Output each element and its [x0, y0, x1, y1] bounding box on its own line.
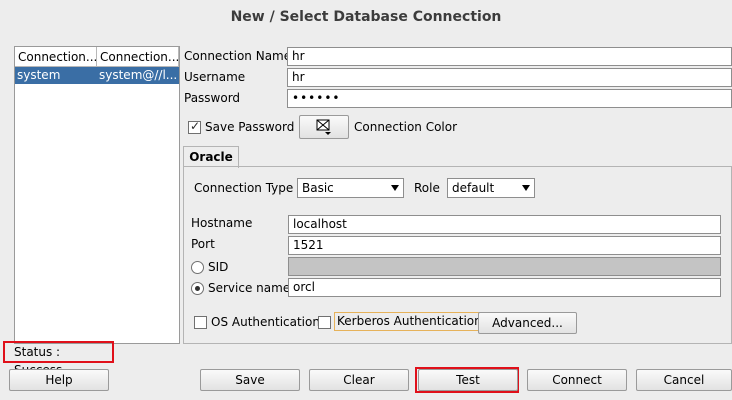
connect-button[interactable]: Connect	[527, 369, 627, 391]
sid-label: SID	[208, 260, 229, 274]
connection-type-value: Basic	[302, 181, 334, 195]
help-button-label: Help	[45, 373, 73, 387]
clear-button-label: Clear	[343, 373, 375, 387]
help-button[interactable]: Help	[9, 369, 109, 391]
save-password-label: Save Password	[205, 120, 295, 134]
status-message: Status : Success	[3, 341, 114, 377]
service-name-radio[interactable]	[191, 282, 204, 295]
save-password-checkbox[interactable]	[188, 119, 201, 134]
test-button-label: Test	[456, 373, 480, 387]
connection-color-button[interactable]	[299, 115, 349, 139]
tab-oracle[interactable]: Oracle	[183, 146, 239, 168]
connection-list-header: Connection... Connection...	[15, 47, 179, 67]
connection-type-label: Connection Type	[194, 181, 294, 195]
color-picker-icon	[316, 119, 331, 135]
connection-list[interactable]: Connection... Connection... system syste…	[14, 46, 180, 344]
dropdown-arrow-icon	[522, 185, 530, 191]
connection-name-field[interactable]: hr	[287, 47, 732, 66]
connection-name-label: Connection Name	[184, 49, 292, 63]
password-label: Password	[184, 91, 241, 105]
kerberos-authentication-label: Kerberos Authentication	[334, 312, 485, 331]
clear-button[interactable]: Clear	[309, 369, 409, 391]
port-label: Port	[191, 237, 215, 251]
kerberos-authentication-checkbox[interactable]	[318, 316, 331, 329]
port-field[interactable]: 1521	[288, 236, 721, 255]
column-header-connection-details[interactable]: Connection...	[97, 47, 179, 66]
connection-row-system[interactable]: system system@//l...	[15, 67, 179, 84]
username-label: Username	[184, 70, 246, 84]
save-button-label: Save	[235, 373, 265, 387]
connection-type-select[interactable]: Basic	[297, 178, 404, 198]
connection-row-name: system	[17, 68, 61, 82]
role-select[interactable]: default	[447, 178, 535, 198]
role-label: Role	[414, 181, 440, 195]
dropdown-arrow-icon	[391, 185, 399, 191]
column-header-connection-name[interactable]: Connection...	[15, 47, 97, 66]
hostname-label: Hostname	[191, 216, 253, 230]
role-value: default	[452, 181, 495, 195]
service-name-label: Service name	[208, 281, 291, 295]
os-authentication-label: OS Authentication	[211, 315, 320, 329]
hostname-field[interactable]: localhost	[288, 215, 721, 234]
os-authentication-checkbox[interactable]	[194, 316, 207, 329]
advanced-button[interactable]: Advanced...	[478, 312, 577, 334]
username-field[interactable]: hr	[287, 68, 732, 87]
dialog-title: New / Select Database Connection	[230, 9, 502, 25]
sid-field[interactable]	[288, 257, 721, 276]
connect-button-label: Connect	[552, 373, 602, 387]
password-field[interactable]: ••••••	[287, 89, 732, 108]
connection-row-details: system@//l...	[99, 68, 178, 82]
connection-color-label: Connection Color	[354, 120, 458, 134]
cancel-button[interactable]: Cancel	[636, 369, 732, 391]
save-button[interactable]: Save	[200, 369, 300, 391]
service-name-field[interactable]: orcl	[288, 278, 721, 297]
sid-radio[interactable]	[191, 261, 204, 274]
cancel-button-label: Cancel	[663, 373, 705, 387]
test-button[interactable]: Test	[418, 369, 518, 391]
